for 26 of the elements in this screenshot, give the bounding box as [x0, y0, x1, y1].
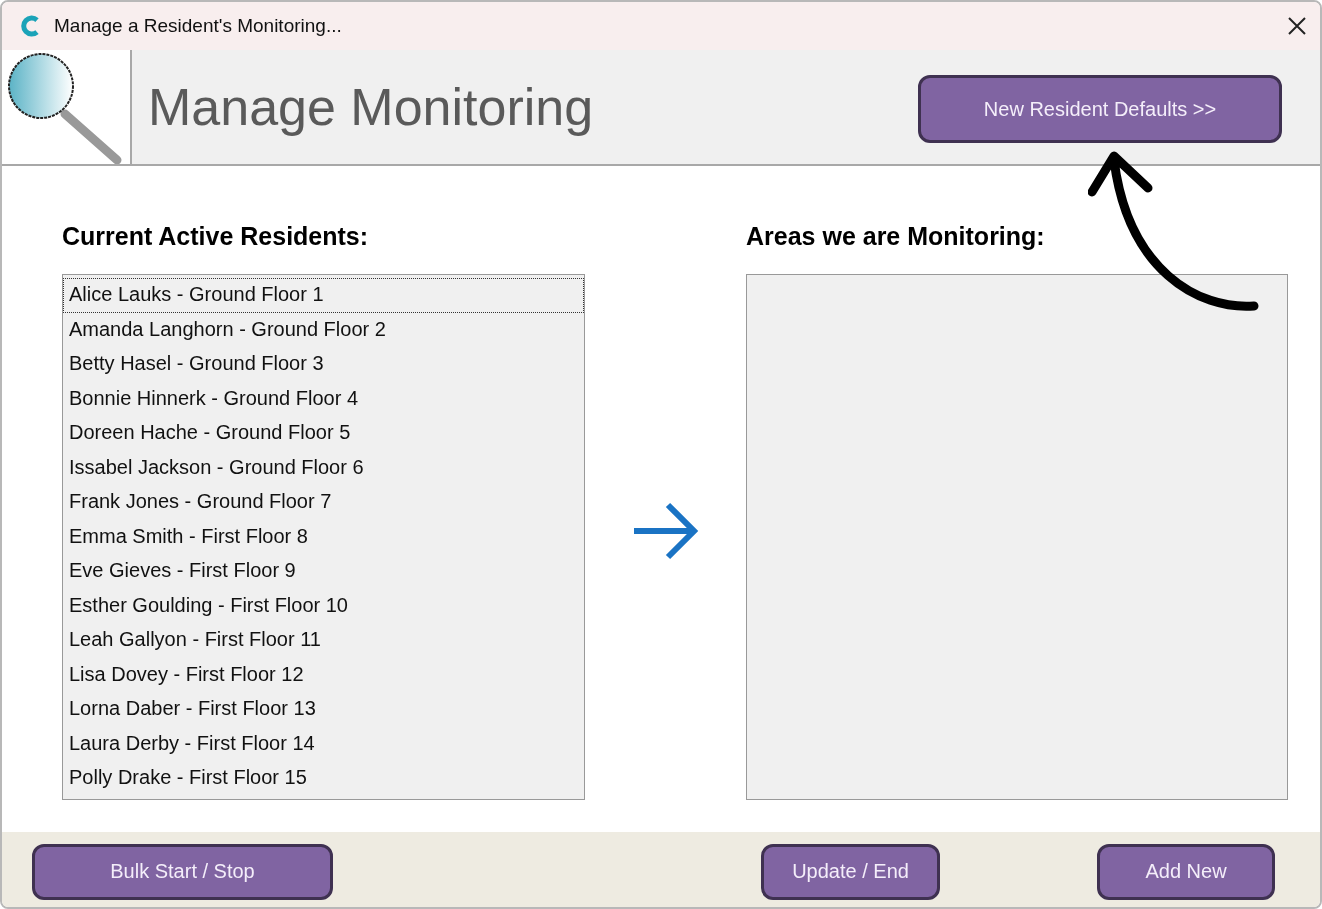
resident-list-item[interactable]: Leah Gallyon - First Floor 11 — [63, 623, 584, 658]
resident-list-item[interactable]: Issabel Jackson - Ground Floor 6 — [63, 450, 584, 486]
areas-heading: Areas we are Monitoring: — [746, 222, 1046, 253]
resident-list-item[interactable]: Eve Gieves - First Floor 9 — [63, 554, 584, 589]
footer-button[interactable]: Update / End — [761, 843, 940, 900]
page-heading: Manage Monitoring — [147, 77, 595, 138]
residents-heading: Current Active Residents: — [62, 222, 370, 253]
residents-list[interactable] — [62, 274, 585, 800]
resident-list-item[interactable]: Alice Lauks - Ground Floor 1 — [63, 278, 584, 313]
resident-list-item[interactable]: Polly Drake - First Floor 15 — [63, 761, 584, 796]
footer-button[interactable]: Bulk Start / Stop — [32, 843, 333, 900]
right-arrow-icon — [631, 501, 700, 561]
resident-list-item[interactable]: Lorna Daber - First Floor 13 — [63, 692, 584, 727]
resident-list-item[interactable]: Betty Hasel - Ground Floor 3 — [63, 347, 584, 382]
resident-list-item[interactable]: Amanda Langhorn - Ground Floor 2 — [63, 312, 584, 348]
close-icon[interactable] — [1288, 17, 1306, 36]
resident-list-item[interactable]: Esther Goulding - First Floor 10 — [63, 588, 584, 624]
resident-list-item[interactable]: Bonnie Hinnerk - Ground Floor 4 — [63, 381, 584, 417]
footer-button[interactable]: Add New — [1097, 843, 1275, 900]
resident-list-item[interactable]: Frank Jones - Ground Floor 7 — [63, 485, 584, 520]
resident-list-item[interactable]: Emma Smith - First Floor 8 — [63, 519, 584, 555]
window-title: Manage a Resident's Monitoring... — [54, 15, 343, 38]
resident-list-item[interactable]: Lisa Dovey - First Floor 12 — [63, 657, 584, 693]
new-resident-defaults-button[interactable]: New Resident Defaults >> — [918, 75, 1282, 144]
resident-list-item[interactable]: Laura Derby - First Floor 14 — [63, 726, 584, 762]
resident-list-item[interactable]: Doreen Hache - Ground Floor 5 — [63, 416, 584, 451]
